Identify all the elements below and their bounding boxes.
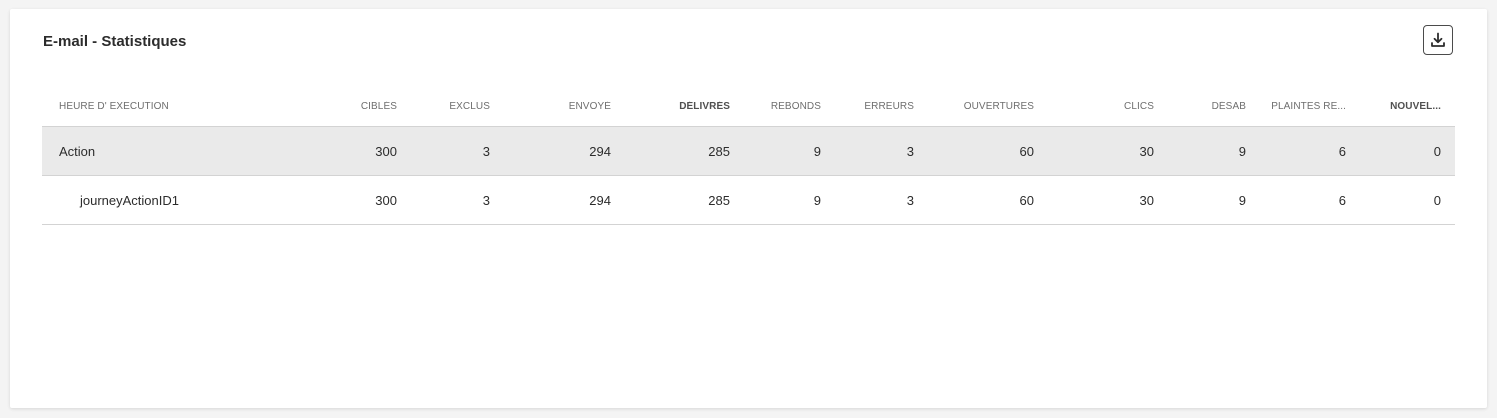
column-header-new[interactable]: NOUVEL... (1346, 101, 1443, 112)
column-header-execution-time[interactable]: HEURE D' EXECUTION (42, 101, 306, 112)
cell-clicks: 30 (1139, 192, 1154, 208)
column-header-complaints[interactable]: PLAINTES RE... (1246, 101, 1346, 112)
column-header-excluded[interactable]: EXCLUS (397, 101, 490, 112)
row-name: journeyActionID1 (80, 192, 179, 208)
cell-bounces: 9 (813, 192, 821, 208)
cell-opens: 60 (1019, 192, 1034, 208)
cell-complaints: 6 (1338, 192, 1346, 208)
cell-errors: 3 (906, 143, 914, 159)
cell-excluded: 3 (482, 143, 490, 159)
cell-delivered: 285 (708, 143, 730, 159)
cell-clicks: 30 (1139, 143, 1154, 159)
table-header-row: HEURE D' EXECUTION CIBLÉS EXCLUS ENVOYÉ … (42, 87, 1455, 127)
table-row-action[interactable]: Action 300 3 294 285 9 3 60 30 9 6 0 (42, 127, 1455, 176)
download-button[interactable] (1423, 25, 1453, 55)
cell-sent: 294 (589, 143, 611, 159)
cell-complaints: 6 (1338, 143, 1346, 159)
column-header-targeted[interactable]: CIBLÉS (306, 101, 397, 112)
cell-unsubscribes: 9 (1238, 192, 1246, 208)
cell-excluded: 3 (482, 192, 490, 208)
column-header-opens[interactable]: OUVERTURES (914, 101, 1034, 112)
cell-new: 0 (1433, 192, 1441, 208)
row-name: Action (59, 143, 96, 159)
column-header-clicks[interactable]: CLICS (1034, 101, 1154, 112)
cell-sent: 294 (589, 192, 611, 208)
cell-targeted: 300 (375, 143, 397, 159)
statistics-table: HEURE D' EXECUTION CIBLÉS EXCLUS ENVOYÉ … (42, 87, 1455, 225)
column-header-sent[interactable]: ENVOYÉ (490, 101, 611, 112)
column-header-unsubscribes[interactable]: DÉSAB (1154, 101, 1246, 112)
column-header-bounces[interactable]: REBONDS (730, 101, 821, 112)
column-header-errors[interactable]: ERREURS (821, 101, 914, 112)
cell-delivered: 285 (708, 192, 730, 208)
table-row-journey-action[interactable]: journeyActionID1 300 3 294 285 9 3 60 30… (42, 176, 1455, 225)
cell-new: 0 (1433, 143, 1441, 159)
column-header-delivered[interactable]: DÉLIVRÉS (611, 101, 730, 112)
cell-targeted: 300 (375, 192, 397, 208)
cell-unsubscribes: 9 (1238, 143, 1246, 159)
email-statistics-card: E-mail - Statistiques HEURE D' EXECUTION… (10, 9, 1487, 408)
cell-bounces: 9 (813, 143, 821, 159)
download-icon (1430, 32, 1446, 48)
cell-opens: 60 (1019, 143, 1034, 159)
card-title: E-mail - Statistiques (43, 33, 187, 50)
cell-errors: 3 (906, 192, 914, 208)
